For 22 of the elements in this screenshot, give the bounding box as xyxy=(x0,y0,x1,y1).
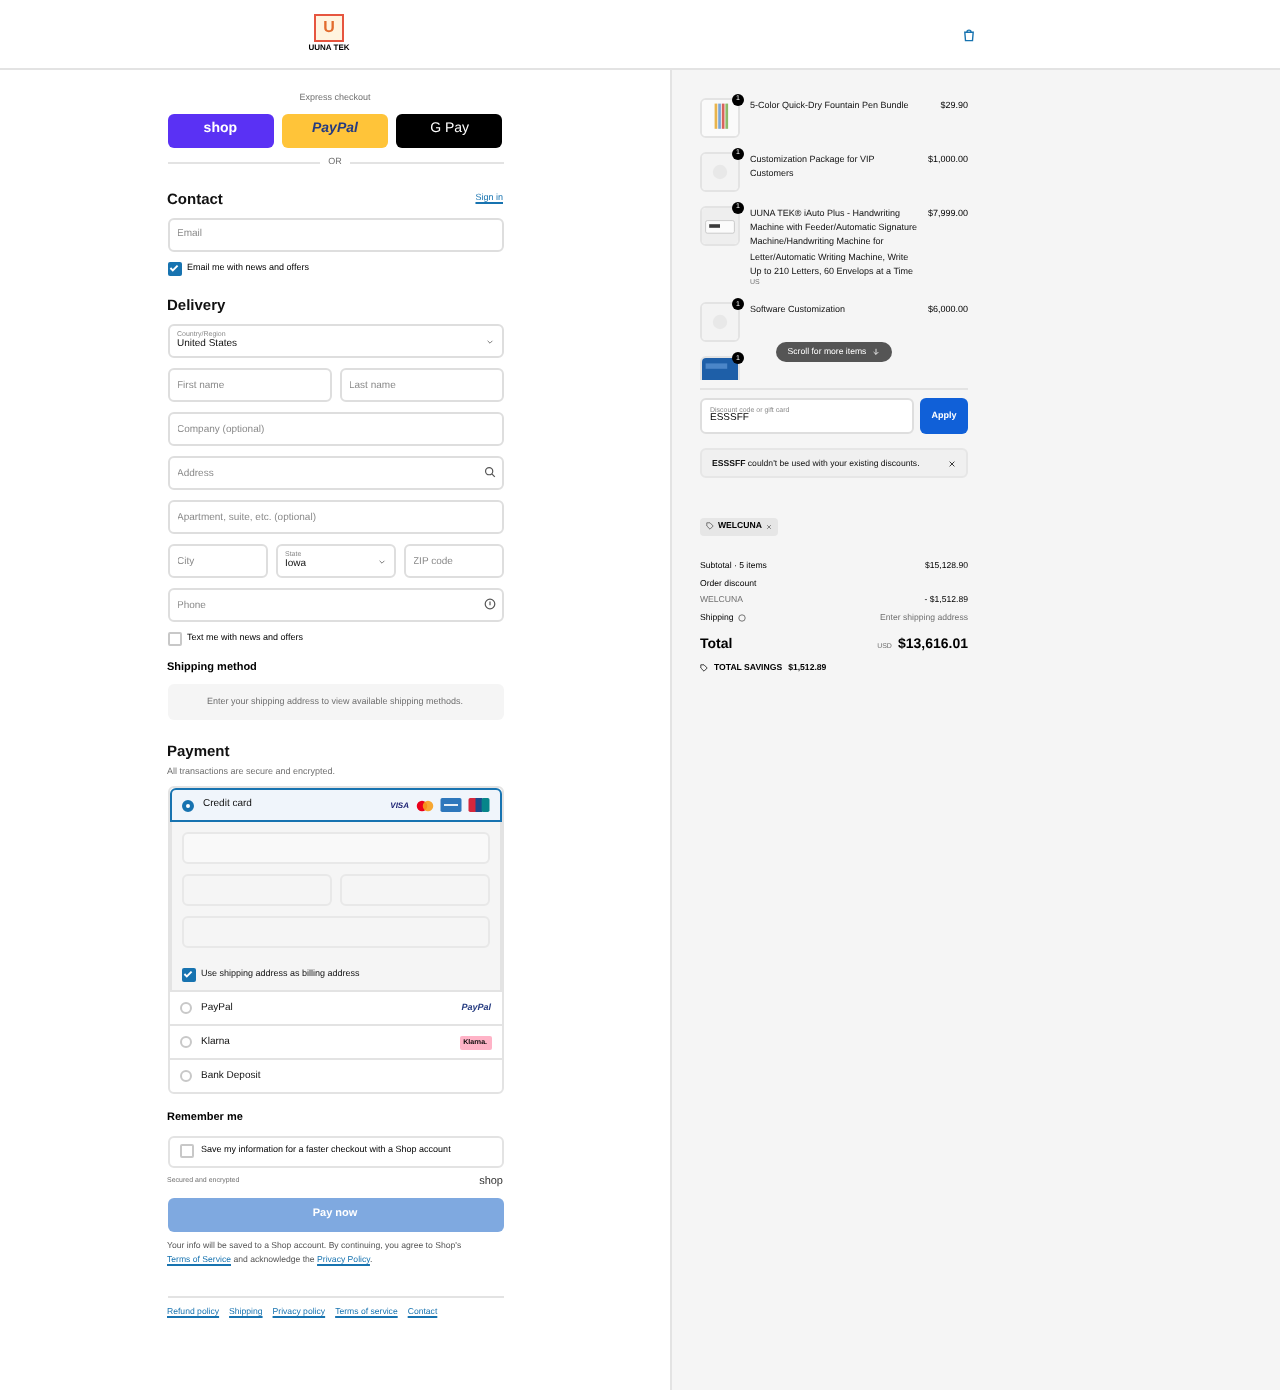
remember-checkbox[interactable] xyxy=(179,1144,193,1158)
radio-button[interactable] xyxy=(179,1036,191,1049)
tag-icon xyxy=(706,522,714,531)
radio-button[interactable] xyxy=(179,1002,191,1015)
newsletter-checkbox[interactable] xyxy=(167,261,181,276)
close-icon[interactable] xyxy=(948,460,956,468)
chevron-down-icon xyxy=(377,557,385,565)
sms-checkbox[interactable] xyxy=(167,632,181,646)
billing-checkbox[interactable] xyxy=(181,967,195,982)
radio-button[interactable] xyxy=(181,799,193,812)
card-circles-icon xyxy=(415,799,433,812)
card-icon xyxy=(439,798,461,813)
bag-icon[interactable] xyxy=(962,27,976,41)
help-icon xyxy=(737,613,746,622)
card-icon xyxy=(467,798,489,813)
tag-icon xyxy=(700,663,708,672)
chevron-down-icon xyxy=(485,337,493,345)
help-icon xyxy=(483,598,495,610)
radio-button[interactable] xyxy=(179,1070,191,1083)
remove-icon xyxy=(765,523,772,530)
search-icon xyxy=(483,466,495,478)
arrow-down-icon xyxy=(872,348,881,357)
